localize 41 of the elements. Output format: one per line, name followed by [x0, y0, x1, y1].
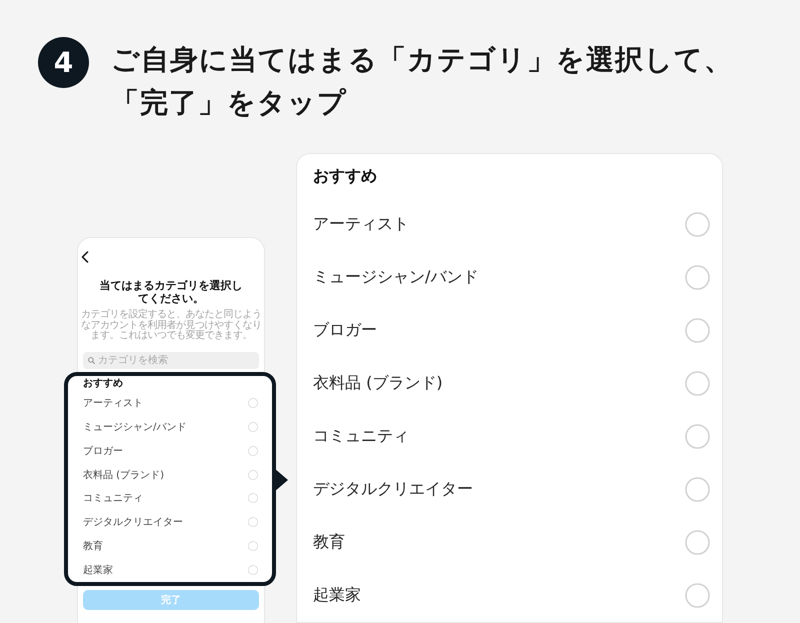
radio-button[interactable]	[248, 422, 258, 432]
radio-button[interactable]	[685, 424, 710, 449]
category-option[interactable]: デジタルクリエイター	[297, 463, 722, 516]
radio-button[interactable]	[248, 398, 258, 408]
category-option[interactable]: アーティスト	[297, 198, 722, 251]
category-option[interactable]: 起業家	[297, 569, 722, 622]
category-option[interactable]: ブロガー	[83, 439, 258, 463]
search-field[interactable]: カテゴリを検索	[83, 352, 259, 368]
step-number-badge: 4	[38, 37, 89, 88]
category-option[interactable]: コミュニティ	[83, 486, 258, 510]
category-option[interactable]: ミュージシャン/バンド	[297, 251, 722, 304]
radio-button[interactable]	[248, 470, 258, 480]
category-option[interactable]: 教育	[297, 516, 722, 569]
radio-button[interactable]	[685, 530, 710, 555]
category-option[interactable]: ブロガー	[297, 304, 722, 357]
category-option[interactable]: 起業家	[83, 558, 258, 582]
section-heading: おすすめ	[83, 376, 124, 390]
radio-button[interactable]	[685, 265, 710, 290]
screen-description: カテゴリを設定すると、あなたと同じようなアカウントを利用者が見つけやすくなります。これはいつでも変更できます。	[80, 310, 262, 342]
screen-title: 当てはまるカテゴリを選択してください。	[98, 279, 244, 305]
radio-button[interactable]	[248, 540, 258, 551]
radio-button[interactable]	[685, 212, 710, 237]
radio-button[interactable]	[685, 583, 710, 608]
section-heading: おすすめ	[312, 164, 378, 186]
search-icon	[88, 356, 95, 364]
category-option[interactable]: デジタルクリエイター	[83, 510, 258, 534]
category-option[interactable]: コミュニティ	[297, 410, 722, 463]
radio-button[interactable]	[685, 318, 710, 343]
radio-button[interactable]	[248, 446, 258, 456]
radio-button[interactable]	[248, 564, 258, 575]
category-option[interactable]: 衣料品 (ブランド)	[83, 462, 258, 486]
category-option[interactable]: アーティスト	[83, 392, 258, 416]
category-option[interactable]: 教育	[83, 534, 258, 558]
category-option[interactable]: ミュージシャン/バンド	[83, 415, 258, 439]
back-chevron-icon[interactable]	[81, 251, 89, 263]
step-title: ご自身に当てはまる「カテゴリ」を選択して、「完了」をタップ	[111, 42, 734, 121]
radio-button[interactable]	[248, 517, 258, 528]
radio-button[interactable]	[248, 493, 258, 504]
radio-button[interactable]	[685, 371, 710, 396]
category-option[interactable]: 衣料品 (ブランド)	[297, 357, 722, 410]
radio-button[interactable]	[685, 477, 710, 502]
